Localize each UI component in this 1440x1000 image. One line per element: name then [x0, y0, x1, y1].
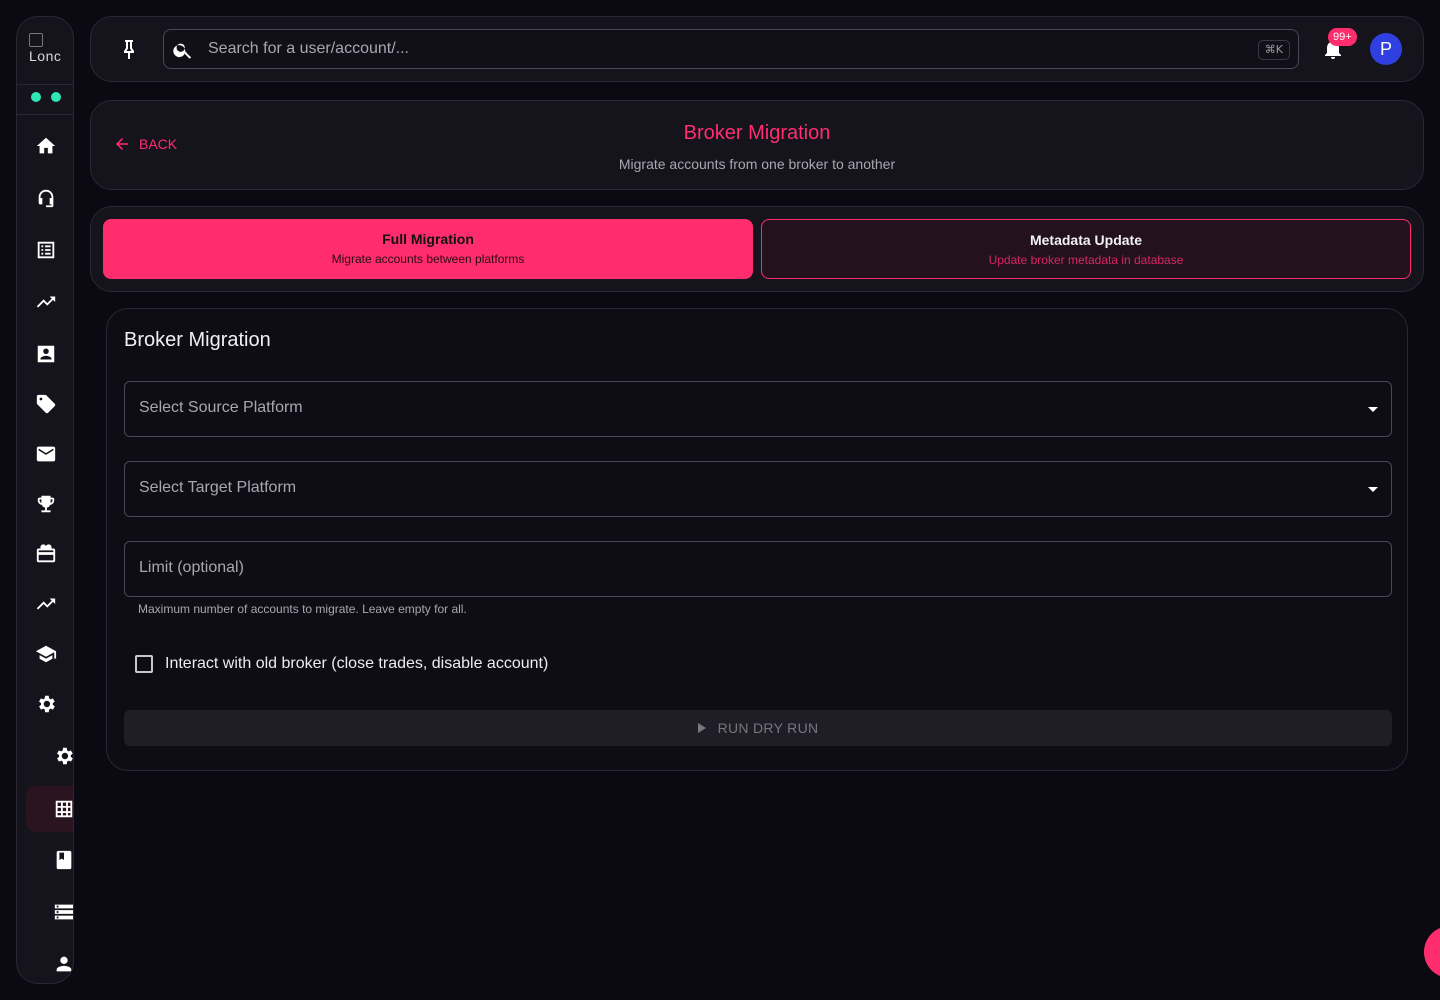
- sidebar-item-analytics[interactable]: [31, 589, 61, 619]
- caret-down-icon: [1368, 407, 1378, 412]
- sidebar-subitem-book[interactable]: [49, 845, 73, 875]
- storage-icon: [54, 904, 73, 920]
- target-platform-select[interactable]: Select Target Platform: [124, 461, 1392, 517]
- limit-helper-text: Maximum number of accounts to migrate. L…: [138, 602, 467, 616]
- gear-icon: [39, 695, 55, 713]
- tab-title: Metadata Update: [1029, 232, 1143, 248]
- home-icon: [36, 137, 56, 154]
- sidebar-subitem-user[interactable]: [49, 949, 73, 979]
- list-icon: [37, 241, 55, 259]
- trending-icon: [36, 598, 56, 610]
- search-input[interactable]: [208, 30, 1228, 68]
- tab-subtitle: Migrate accounts between platforms: [331, 252, 525, 266]
- limit-input[interactable]: Limit (optional): [124, 541, 1392, 597]
- trophy-icon: [37, 495, 55, 513]
- form-title: Broker Migration: [124, 329, 271, 351]
- sidebar-subitem-settings[interactable]: [49, 741, 73, 771]
- sidebar-item-trending[interactable]: [31, 287, 61, 317]
- run-button-label: RUN DRY RUN: [717, 720, 819, 736]
- caret-down-icon: [1368, 487, 1378, 492]
- divider: [17, 114, 73, 115]
- gift-icon: [36, 544, 56, 563]
- support-icon: [38, 189, 54, 208]
- gear-icon: [57, 747, 73, 765]
- search-bar[interactable]: ⌘K: [163, 29, 1299, 69]
- sidebar-item-mail[interactable]: [31, 439, 61, 469]
- sidebar-item-tags[interactable]: [31, 389, 61, 419]
- interact-old-broker-option[interactable]: Interact with old broker (close trades, …: [135, 655, 548, 673]
- sidebar-item-gifts[interactable]: [31, 539, 61, 569]
- status-indicators: [31, 92, 61, 102]
- pin-icon[interactable]: [117, 37, 141, 61]
- sidebar: Lonc: [16, 16, 74, 984]
- select-placeholder: Select Source Platform: [139, 399, 303, 416]
- logo[interactable]: Lonc: [29, 33, 65, 67]
- migration-mode-tabs: Full Migration Migrate accounts between …: [90, 206, 1424, 292]
- broken-image-icon: [29, 33, 43, 47]
- grid-icon: [55, 800, 73, 818]
- trending-icon: [36, 296, 56, 308]
- sidebar-item-support[interactable]: [31, 183, 61, 213]
- notification-badge: 99+: [1328, 28, 1357, 46]
- person-icon: [56, 956, 72, 972]
- input-placeholder: Limit (optional): [139, 559, 244, 576]
- avatar[interactable]: P: [1370, 33, 1402, 65]
- top-bar: ⌘K 99+ P: [90, 16, 1424, 82]
- divider: [17, 84, 73, 85]
- book-icon: [56, 850, 72, 870]
- page-subtitle: Migrate accounts from one broker to anot…: [618, 156, 896, 172]
- tab-metadata-update[interactable]: Metadata Update Update broker metadata i…: [761, 219, 1411, 279]
- status-dot: [31, 92, 41, 102]
- play-icon: [697, 723, 706, 733]
- shortcut-hint: ⌘K: [1257, 40, 1290, 60]
- status-dot: [51, 92, 61, 102]
- mail-icon: [36, 446, 56, 462]
- contact-icon: [37, 345, 55, 363]
- tab-full-migration[interactable]: Full Migration Migrate accounts between …: [103, 219, 753, 279]
- tab-subtitle: Update broker metadata in database: [988, 253, 1184, 267]
- select-placeholder: Select Target Platform: [139, 479, 297, 496]
- sidebar-subitem-grid[interactable]: [49, 794, 73, 824]
- migration-form: Broker Migration Select Source Platform …: [106, 308, 1408, 771]
- floating-action-button[interactable]: [1424, 926, 1440, 978]
- page-header: BACK Broker Migration Migrate accounts f…: [90, 100, 1424, 190]
- search-icon: [172, 39, 194, 61]
- logo-alt-text: Lonc: [29, 48, 62, 64]
- sidebar-item-home[interactable]: [31, 131, 61, 161]
- page-title: Broker Migration: [683, 122, 831, 144]
- school-icon: [35, 645, 57, 663]
- checkbox-label: Interact with old broker (close trades, …: [165, 655, 549, 672]
- sidebar-item-settings[interactable]: [31, 689, 61, 719]
- sidebar-item-trophy[interactable]: [31, 489, 61, 519]
- sidebar-item-contacts[interactable]: [31, 339, 61, 369]
- sidebar-item-list[interactable]: [31, 235, 61, 265]
- tag-icon: [36, 394, 56, 414]
- checkbox[interactable]: [135, 655, 153, 673]
- source-platform-select[interactable]: Select Source Platform: [124, 381, 1392, 437]
- tab-title: Full Migration: [382, 231, 474, 247]
- run-dry-run-button[interactable]: RUN DRY RUN: [124, 710, 1392, 746]
- sidebar-item-education[interactable]: [31, 639, 61, 669]
- sidebar-subitem-storage[interactable]: [49, 897, 73, 927]
